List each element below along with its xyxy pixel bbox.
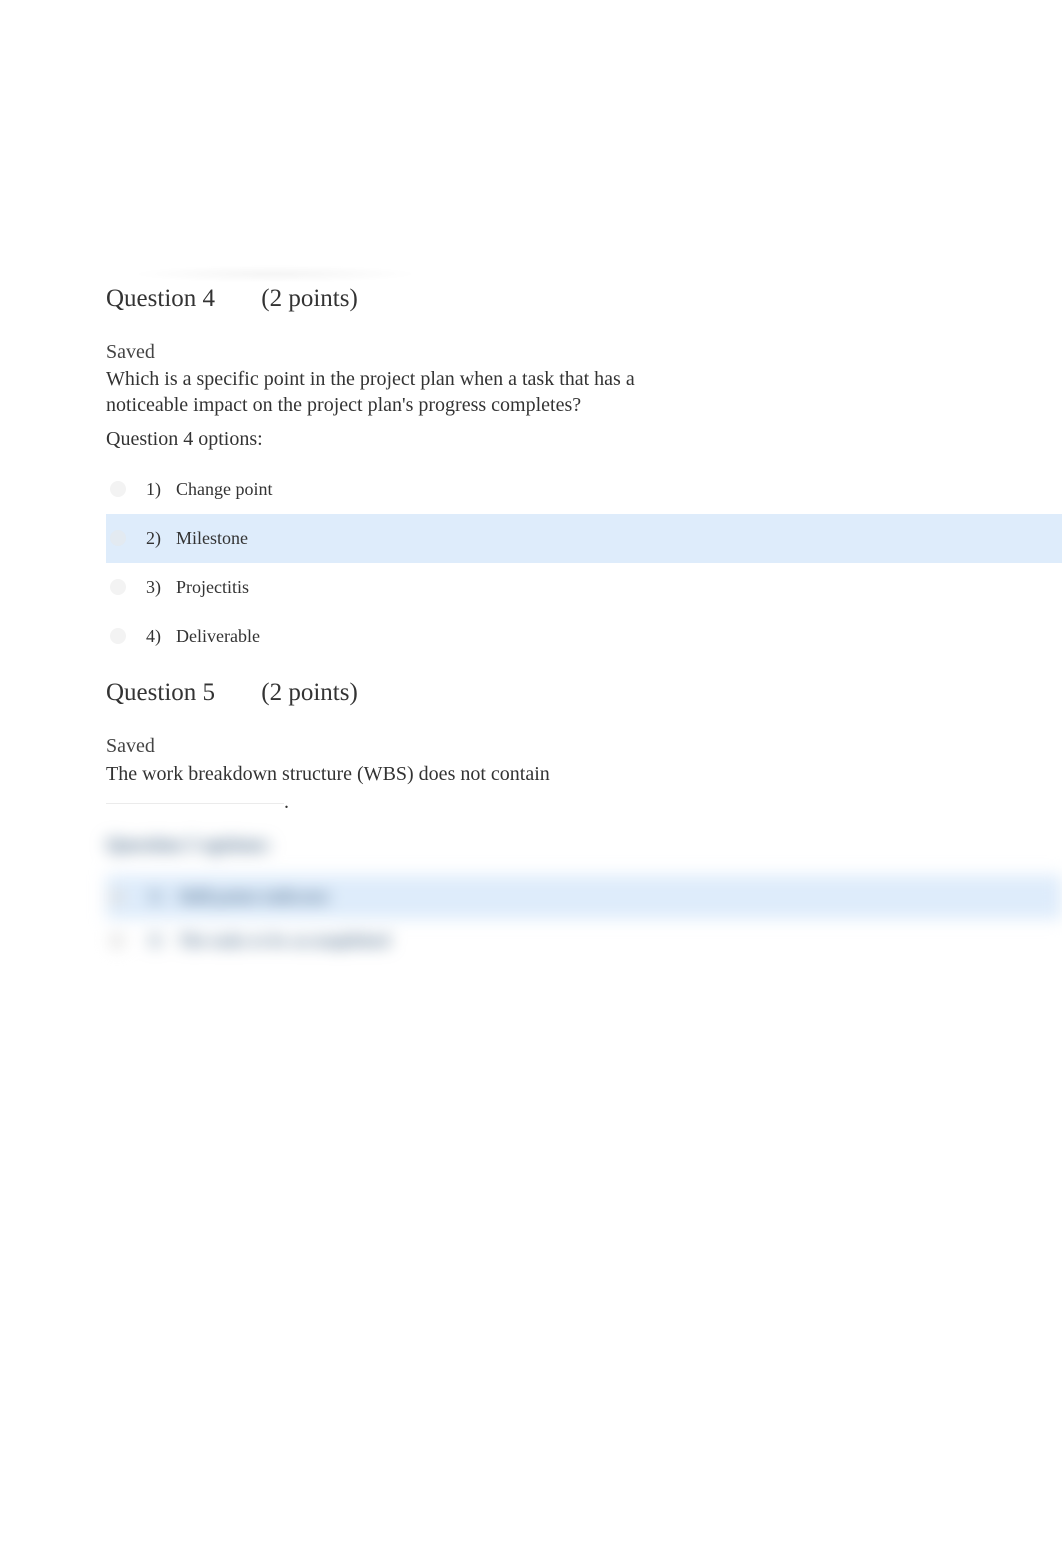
radio-icon[interactable] (110, 890, 124, 904)
question-4-option-2[interactable]: 2) Milestone (106, 514, 1062, 563)
shadow-divider (130, 265, 420, 283)
option-text: Projectitis (176, 577, 249, 598)
option-text: Change point (176, 479, 273, 500)
question-5-label: Question 5 (106, 679, 215, 707)
question-5-saved: Saved (106, 735, 1062, 758)
radio-icon[interactable] (110, 628, 126, 644)
question-4-option-4[interactable]: 4) Deliverable (106, 612, 1062, 661)
option-number: 2) (148, 932, 168, 950)
question-4-label: Question 4 (106, 285, 215, 313)
quiz-content: Question 4 (2 points) Saved Which is a s… (106, 285, 1062, 963)
question-5-text: The work breakdown structure (WBS) does … (106, 760, 666, 816)
question-5-text-after: . (284, 791, 289, 813)
option-number: 2) (146, 528, 168, 549)
question-5-option-2[interactable]: 2) The tasks to be accomplished (106, 919, 1062, 963)
option-number: 3) (146, 577, 168, 598)
question-4-header: Question 4 (2 points) (106, 285, 1062, 313)
option-number: 1) (148, 888, 168, 906)
question-5-header: Question 5 (2 points) (106, 679, 1062, 707)
question-4-block: Question 4 (2 points) Saved Which is a s… (106, 285, 1062, 661)
option-text: Deliverable (176, 626, 260, 647)
question-5-blurred-section: Question 5 options: 1) Skill points indi… (106, 834, 1062, 963)
question-5-block: Question 5 (2 points) Saved The work bre… (106, 679, 1062, 963)
option-number: 4) (146, 626, 168, 647)
question-4-option-3[interactable]: 3) Projectitis (106, 563, 1062, 612)
question-4-saved: Saved (106, 341, 1062, 364)
question-4-options-label: Question 4 options: (106, 428, 1062, 451)
radio-icon[interactable] (110, 481, 126, 497)
question-5-options-label: Question 5 options: (106, 834, 1062, 857)
radio-icon[interactable] (110, 579, 126, 595)
question-5-option-1[interactable]: 1) Skill points indicator (106, 875, 1062, 919)
question-4-option-1[interactable]: 1) Change point (106, 465, 1062, 514)
radio-icon[interactable] (110, 530, 126, 546)
option-text: Skill points indicator (178, 887, 330, 907)
question-4-points: (2 points) (261, 285, 358, 313)
fill-blank-line (106, 803, 284, 804)
option-number: 1) (146, 479, 168, 500)
question-4-text: Which is a specific point in the project… (106, 366, 666, 418)
question-5-text-before: The work breakdown structure (WBS) does … (106, 763, 550, 785)
option-text: Milestone (176, 528, 248, 549)
radio-icon[interactable] (110, 934, 124, 948)
option-text: The tasks to be accomplished (178, 931, 390, 951)
question-5-points: (2 points) (261, 679, 358, 707)
